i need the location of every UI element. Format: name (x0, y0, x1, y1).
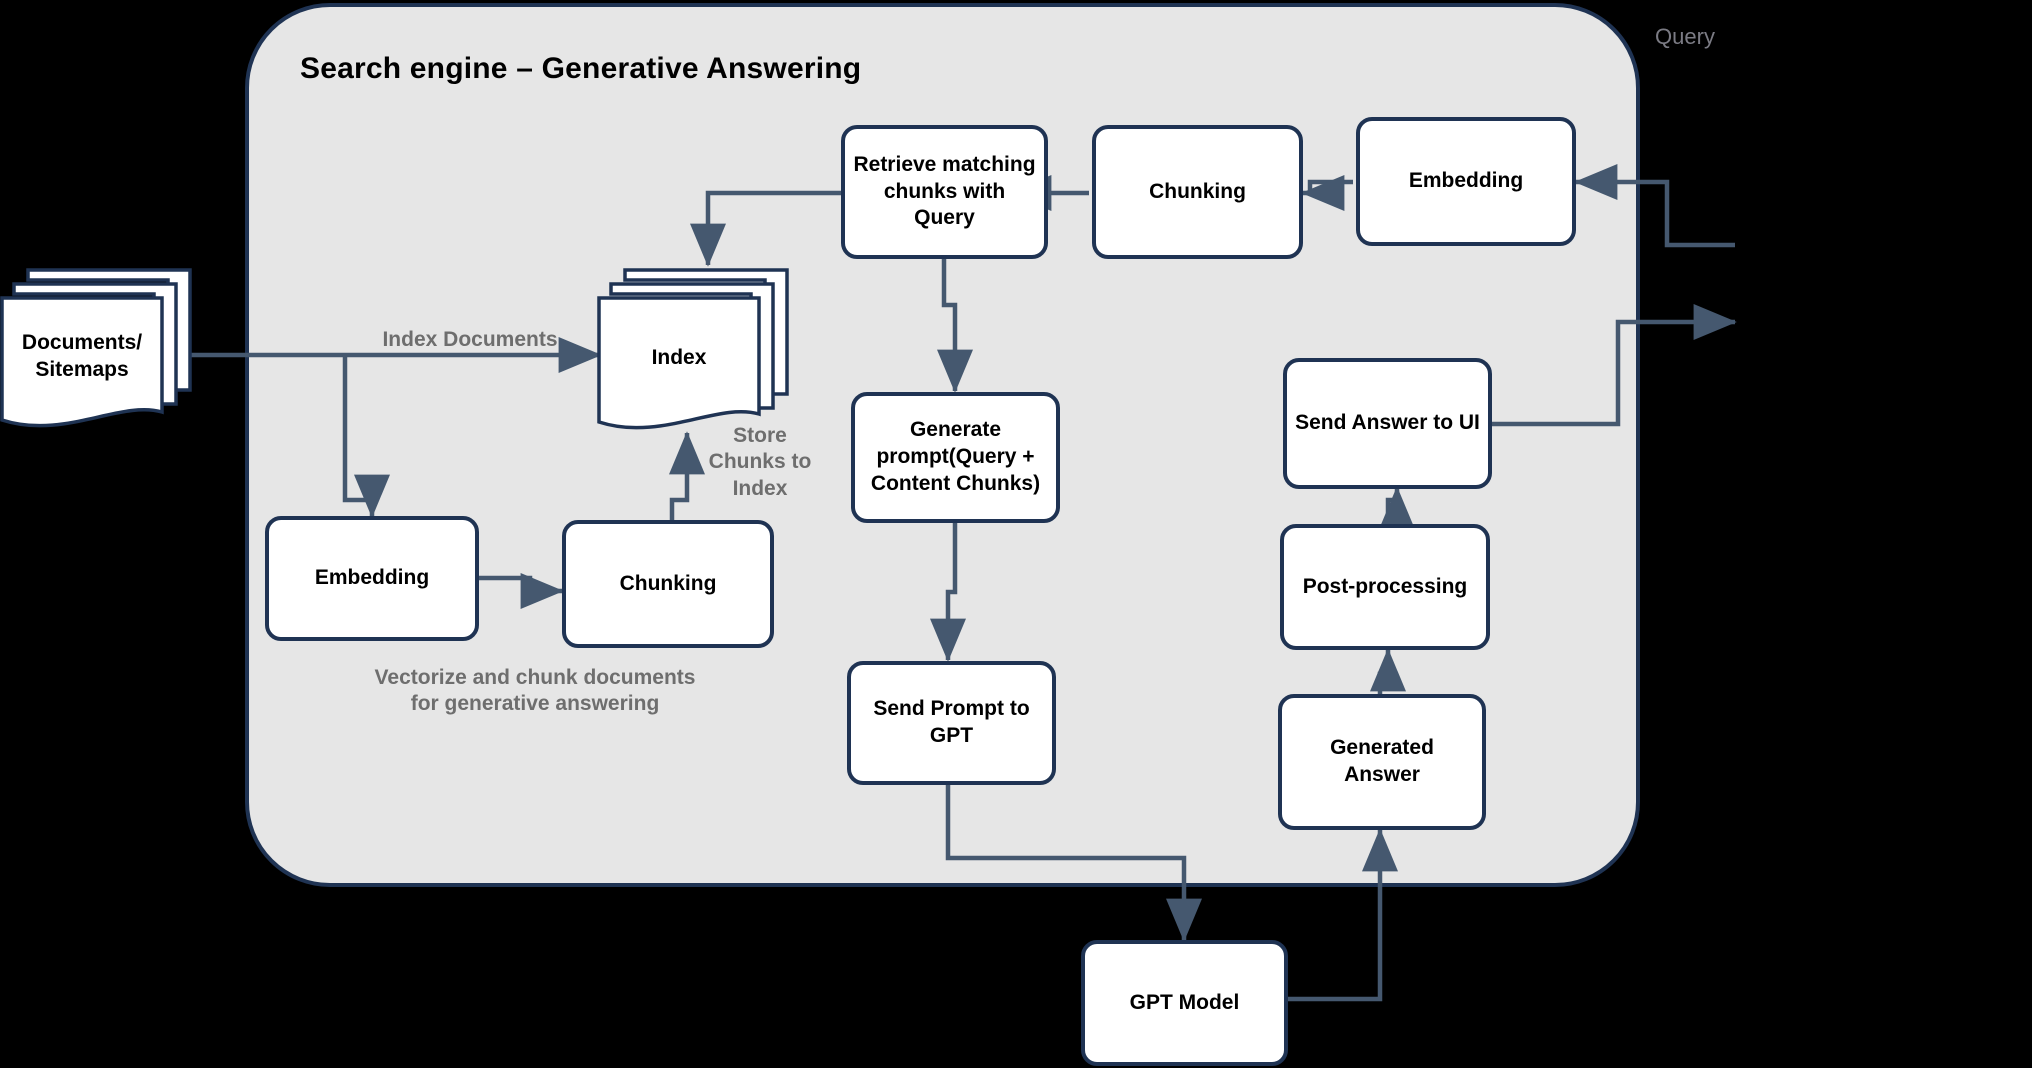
node-send-prompt-to-gpt[interactable]: Send Prompt to GPT (847, 661, 1056, 785)
node-retrieve-matching-chunks[interactable]: Retrieve matching chunks with Query (841, 125, 1048, 259)
annotation-query: Query (1655, 24, 1715, 49)
node-chunking-documents-label: Chunking (619, 571, 717, 595)
node-embedding-query-label: Embedding (1408, 169, 1524, 193)
node-generated-answer[interactable]: Generated Answer (1278, 694, 1486, 830)
page-title: Search engine – Generative Answering (300, 52, 862, 85)
annotation-store-chunks-to-index: Store Chunks to Index (708, 424, 812, 500)
node-embedding-documents-label: Embedding (314, 566, 430, 590)
documents-shape: Documents/ Sitemaps (0, 262, 196, 442)
node-generate-prompt-label: Generate prompt(Query + Content Chunks) (870, 418, 1041, 495)
node-send-prompt-to-gpt-label: Send Prompt to GPT (873, 697, 1030, 747)
node-retrieve-matching-chunks-label: Retrieve matching chunks with Query (853, 152, 1036, 230)
node-post-processing[interactable]: Post-processing (1280, 524, 1490, 650)
node-gpt-model-label: GPT Model (1129, 990, 1240, 1014)
node-send-answer-to-ui[interactable]: Send Answer to UI (1283, 358, 1492, 489)
index-shape: Index (595, 262, 795, 444)
node-embedding-query[interactable]: Embedding (1356, 117, 1576, 246)
node-gpt-model[interactable]: GPT Model (1081, 940, 1288, 1066)
node-send-answer-to-ui-label: Send Answer to UI (1295, 411, 1480, 435)
node-chunking-query[interactable]: Chunking (1092, 125, 1303, 259)
annotation-index-documents: Index Documents (382, 328, 558, 351)
diagram-canvas: Search engine – Generative Answering Doc… (0, 0, 2032, 1068)
node-post-processing-label: Post-processing (1302, 574, 1468, 598)
annotation-vectorize: Vectorize and chunk documents for genera… (374, 666, 696, 716)
node-chunking-query-label: Chunking (1149, 179, 1246, 203)
node-chunking-documents[interactable]: Chunking (562, 520, 774, 648)
node-embedding-documents[interactable]: Embedding (265, 516, 479, 641)
node-generated-answer-label: Generated Answer (1330, 736, 1434, 786)
node-generate-prompt[interactable]: Generate prompt(Query + Content Chunks) (851, 392, 1060, 523)
